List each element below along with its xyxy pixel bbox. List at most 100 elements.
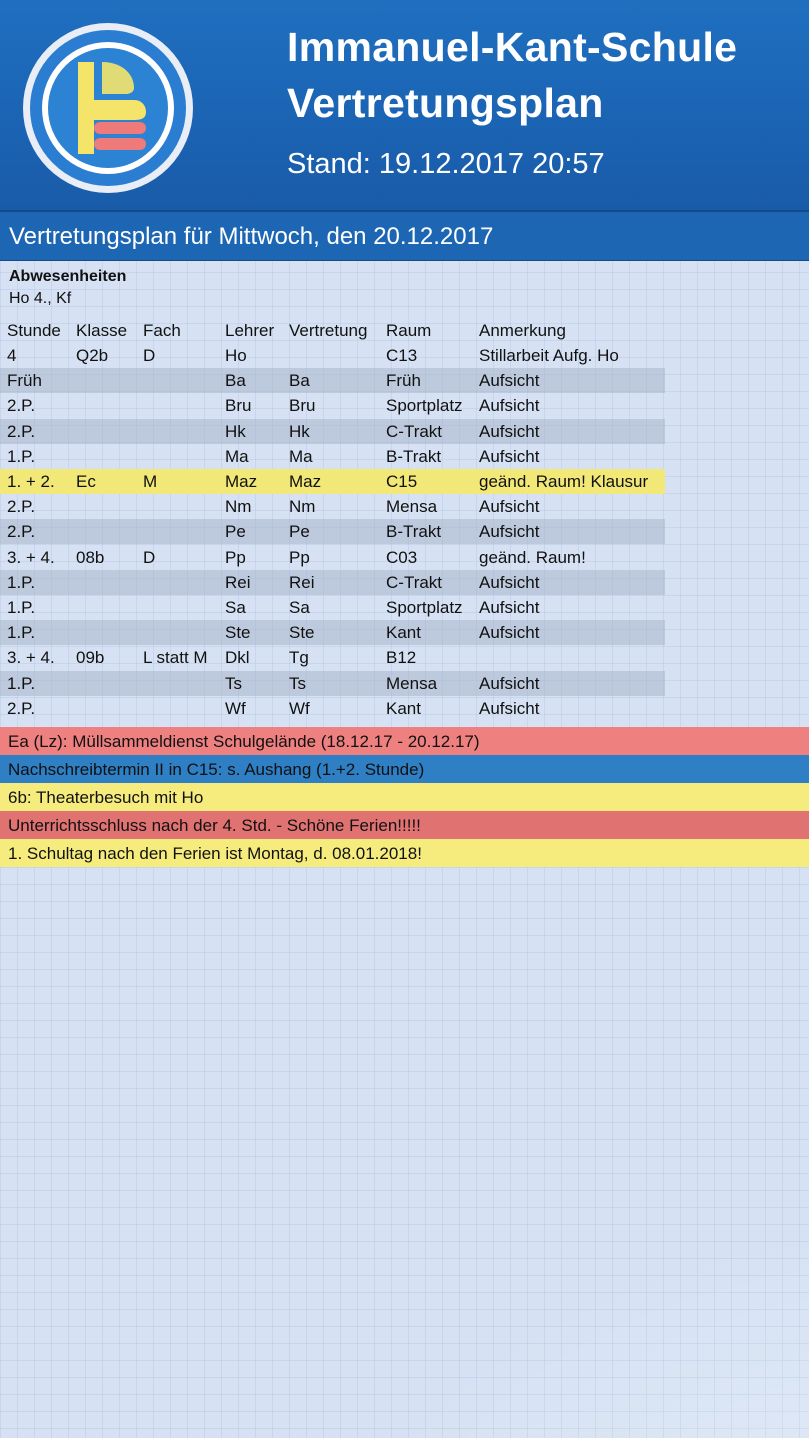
cell-fach: M xyxy=(143,472,158,491)
cell-anmerkung: Aufsicht xyxy=(479,396,540,416)
cell-lehrer: Ba xyxy=(225,371,246,391)
cell-raum: C15 xyxy=(386,472,418,491)
table-row: 1. + 2. Ec M Maz Maz C15 geänd. Raum! Klausur xyxy=(0,469,665,494)
cell-lehrer: Ts xyxy=(225,673,242,693)
announcement-item: Ea (Lz): Müllsammeldienst Schulgelände (… xyxy=(0,727,809,755)
cell-klasse: 09b xyxy=(76,648,105,668)
cell-lehrer: Nm xyxy=(225,497,252,517)
column-header-raum: Raum xyxy=(386,321,432,340)
cell-anmerkung: geänd. Raum! Klausur xyxy=(479,472,649,491)
school-name: Immanuel-Kant-Schule xyxy=(287,24,738,70)
cell-stunde: 3. + 4. xyxy=(7,547,55,567)
cell-raum: Mensa xyxy=(386,673,438,693)
cell-vertretung: Sa xyxy=(289,598,310,617)
cell-lehrer: Bru xyxy=(225,396,252,416)
cell-lehrer: Maz xyxy=(225,472,258,491)
table-row: 3. + 4. 09b L statt M Dkl Tg B12 xyxy=(0,645,665,670)
cell-klasse: 08b xyxy=(76,547,105,567)
cell-vertretung: Pp xyxy=(289,547,310,567)
cell-stunde: 2.P. xyxy=(7,396,36,416)
cell-vertretung: Ba xyxy=(289,371,310,391)
table-row: 3. + 4. 08b D Pp Pp C03 geänd. Raum! xyxy=(0,545,665,570)
cell-anmerkung: Aufsicht xyxy=(479,371,540,391)
cell-fach: D xyxy=(143,547,156,567)
table-row: 1.P. Ste Ste Kant Aufsicht xyxy=(0,620,665,646)
column-header-lehrer: Lehrer xyxy=(225,321,275,340)
cell-anmerkung: geänd. Raum! xyxy=(479,547,586,567)
announcement-text: 6b: Theaterbesuch mit Ho xyxy=(8,788,204,807)
cell-klasse: Q2b xyxy=(76,346,109,365)
cell-vertretung: Ts xyxy=(289,673,306,693)
cell-anmerkung: Aufsicht xyxy=(479,421,540,441)
announcement-text: Ea (Lz): Müllsammeldienst Schulgelände (… xyxy=(8,732,480,751)
timestamp: Stand: 19.12.2017 20:57 xyxy=(287,148,605,180)
cell-vertretung: Ma xyxy=(289,446,313,466)
cell-raum: Früh xyxy=(386,371,421,391)
cell-stunde: 1.P. xyxy=(7,572,36,592)
announcement-item: Unterrichtsschluss nach der 4. Std. - Sc… xyxy=(0,811,809,839)
cell-fach: D xyxy=(143,346,156,365)
cell-vertretung: Pe xyxy=(289,522,310,542)
cell-raum: C03 xyxy=(386,547,418,567)
cell-anmerkung: Aufsicht xyxy=(479,598,540,617)
announcement-item: Nachschreibtermin II in C15: s. Aushang … xyxy=(0,755,809,783)
cell-stunde: 1.P. xyxy=(7,623,36,643)
table-row: 2.P. Pe Pe B-Trakt Aufsicht xyxy=(0,519,665,545)
cell-stunde: 4 xyxy=(7,346,17,365)
header: Immanuel-Kant-Schule Vertretungsplan Sta… xyxy=(0,0,809,212)
column-header-stunde: Stunde xyxy=(7,321,61,340)
column-header-klasse: Klasse xyxy=(76,321,128,340)
cell-stunde: 2.P. xyxy=(7,497,36,517)
column-header-anmerkung: Anmerkung xyxy=(479,321,566,340)
cell-raum: Kant xyxy=(386,623,421,643)
table-row: 2.P. Bru Bru Sportplatz Aufsicht xyxy=(0,393,665,418)
cell-raum: B-Trakt xyxy=(386,446,442,466)
cell-raum: Sportplatz xyxy=(386,598,463,617)
cell-vertretung: Nm xyxy=(289,497,316,517)
cell-stunde: 2.P. xyxy=(7,522,36,542)
cell-lehrer: Dkl xyxy=(225,648,250,668)
table-row: 4 Q2b D Ho C13 Stillarbeit Aufg. Ho xyxy=(0,343,665,368)
cell-anmerkung: Aufsicht xyxy=(479,446,540,466)
announcement-text: Unterrichtsschluss nach der 4. Std. - Sc… xyxy=(8,816,421,835)
cell-stunde: 1.P. xyxy=(7,598,36,617)
cell-raum: B-Trakt xyxy=(386,522,442,542)
cell-raum: C-Trakt xyxy=(386,421,443,441)
cell-anmerkung: Aufsicht xyxy=(479,698,540,718)
cell-lehrer: Sa xyxy=(225,598,246,617)
cell-stunde: 2.P. xyxy=(7,698,36,718)
cell-fach: L statt M xyxy=(143,648,208,668)
announcement-text: Nachschreibtermin II in C15: s. Aushang … xyxy=(8,760,425,779)
cell-vertretung: Rei xyxy=(289,572,315,592)
school-logo-icon xyxy=(23,23,193,193)
cell-vertretung: Bru xyxy=(289,396,316,416)
day-header: Vertretungsplan für Mittwoch, den 20.12.… xyxy=(0,212,809,261)
cell-raum: B12 xyxy=(386,648,417,668)
cell-stunde: 3. + 4. xyxy=(7,648,55,668)
announcement-item: 6b: Theaterbesuch mit Ho xyxy=(0,783,809,811)
cell-lehrer: Pe xyxy=(225,522,246,542)
cell-lehrer: Ma xyxy=(225,446,249,466)
cell-lehrer: Wf xyxy=(225,698,246,718)
column-header-vertretung: Vertretung xyxy=(289,321,368,340)
column-header-fach: Fach xyxy=(143,321,181,340)
cell-lehrer: Ste xyxy=(225,623,251,643)
cell-raum: Mensa xyxy=(386,497,438,517)
announcement-text: 1. Schultag nach den Ferien ist Montag, … xyxy=(8,844,422,863)
cell-lehrer: Rei xyxy=(225,572,251,592)
cell-stunde: 1. + 2. xyxy=(7,472,55,491)
table-row: 2.P. Nm Nm Mensa Aufsicht xyxy=(0,494,665,519)
cell-vertretung: Wf xyxy=(289,698,310,718)
cell-anmerkung: Stillarbeit Aufg. Ho xyxy=(479,346,619,365)
cell-lehrer: Hk xyxy=(225,421,246,441)
table-row: Früh Ba Ba Früh Aufsicht xyxy=(0,368,665,394)
announcement-item: 1. Schultag nach den Ferien ist Montag, … xyxy=(0,839,809,867)
cell-lehrer: Pp xyxy=(225,547,246,567)
absences-list: Ho 4., Kf xyxy=(9,290,72,307)
table-row: 2.P. Hk Hk C-Trakt Aufsicht xyxy=(0,418,665,444)
table-row: 1.P. Rei Rei C-Trakt Aufsicht xyxy=(0,569,665,595)
cell-raum: Kant xyxy=(386,698,421,718)
cell-vertretung: Maz xyxy=(289,472,322,491)
cell-raum: C-Trakt xyxy=(386,572,443,592)
cell-stunde: 2.P. xyxy=(7,421,36,441)
